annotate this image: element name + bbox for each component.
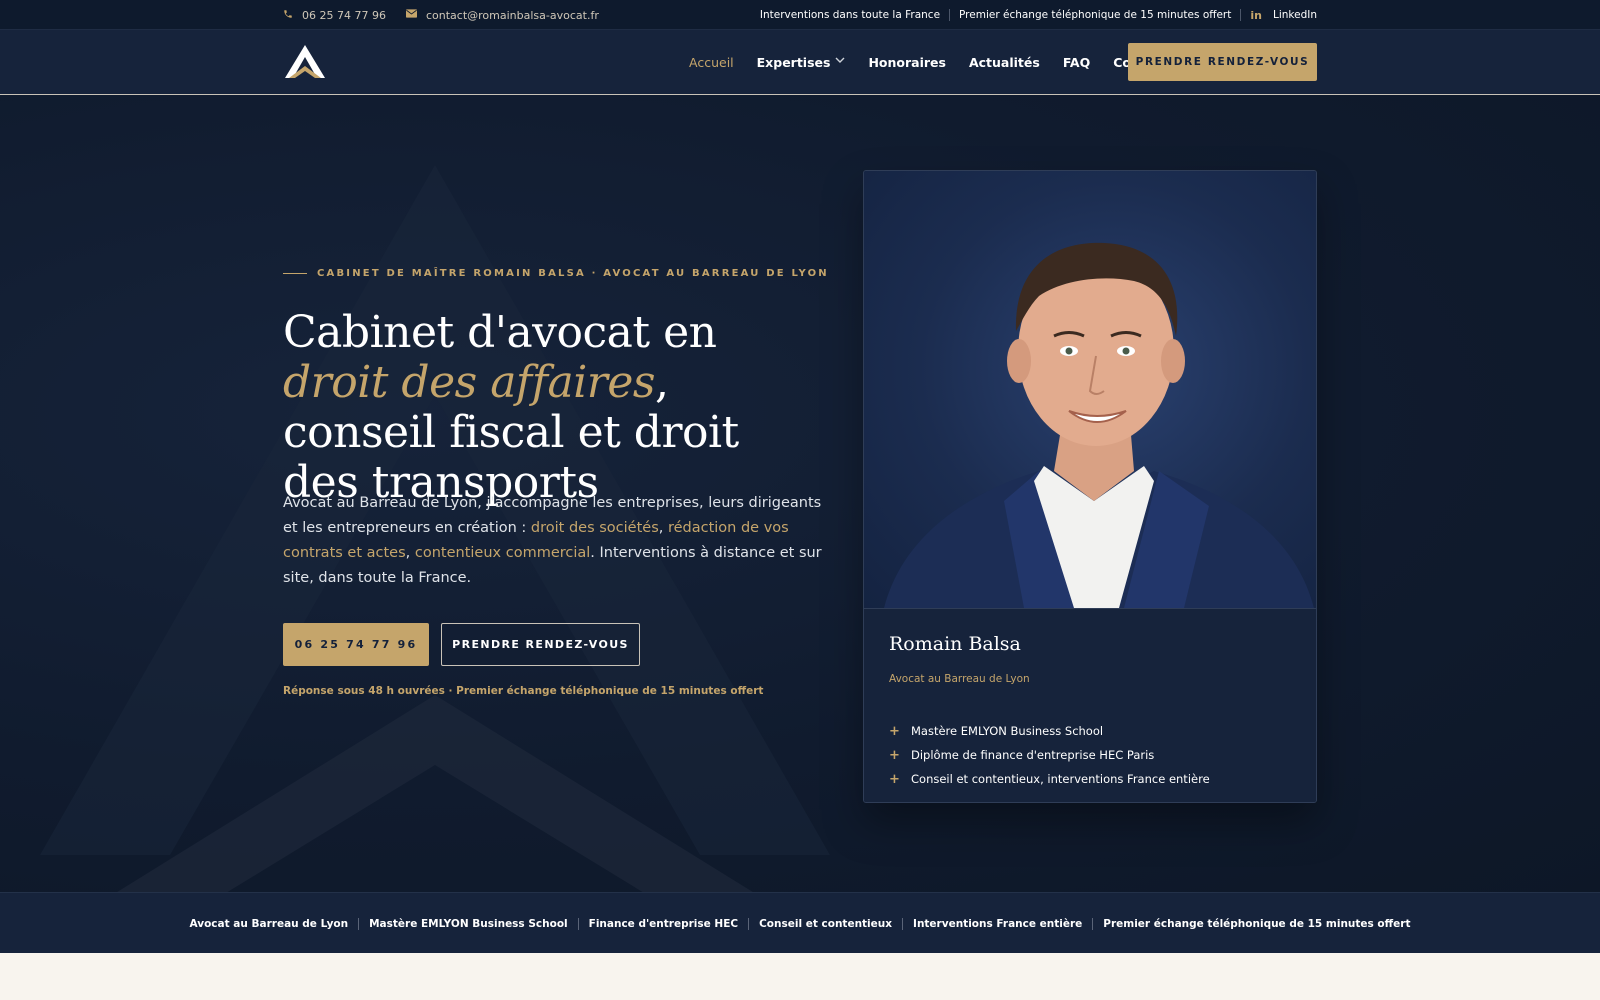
profile-role: Avocat au Barreau de Lyon: [889, 673, 1030, 685]
plus-icon: +: [889, 747, 900, 763]
credential-item: + Diplôme de finance d'entreprise HEC Par…: [889, 743, 1210, 767]
linkedin-icon[interactable]: in: [1250, 9, 1262, 22]
lawyer-portrait: [864, 171, 1316, 608]
eyebrow-line: [283, 273, 307, 274]
hero-appointment-button[interactable]: PRENDRE RENDEZ-VOUS: [441, 623, 640, 666]
chevron-down-icon: [835, 57, 845, 67]
hero-section: CABINET DE MAÎTRE ROMAIN BALSA · AVOCAT …: [0, 95, 1600, 892]
plus-icon: +: [889, 771, 900, 787]
credential-text: Conseil et contentieux, interventions Fr…: [911, 772, 1210, 786]
envelope-icon: [405, 9, 417, 21]
topbar-email-link[interactable]: contact@romainbalsa-avocat.fr: [405, 8, 599, 22]
nav-link-expertises-label: Expertises: [756, 54, 831, 70]
topbar-phone-link[interactable]: 06 25 74 77 96: [283, 9, 386, 22]
divider: [577, 917, 579, 930]
topbar-coverage-text: Interventions dans toute la France: [759, 9, 941, 21]
headline-part1: Cabinet d'avocat en: [283, 307, 717, 358]
nav-link-accueil[interactable]: Accueil: [689, 55, 734, 70]
plus-icon: +: [889, 723, 900, 739]
site-logo[interactable]: [284, 44, 326, 80]
divider: [358, 917, 360, 930]
nav-link-actualites[interactable]: Actualités: [969, 55, 1040, 70]
divider: [1092, 917, 1094, 930]
hero-intro: Avocat au Barreau de Lyon, j'accompagne …: [283, 491, 823, 591]
intro-link-contentieux[interactable]: contentieux commercial: [415, 545, 590, 561]
hero-eyebrow-text: CABINET DE MAÎTRE ROMAIN BALSA · AVOCAT …: [317, 268, 829, 279]
credentials-bar: Avocat au Barreau de Lyon Mastère EMLYON…: [0, 892, 1600, 953]
intro-sep1: ,: [658, 520, 668, 536]
topbar-linkedin-link[interactable]: LinkedIn: [1273, 9, 1317, 21]
top-bar: 06 25 74 77 96 contact@romainbalsa-avoca…: [0, 0, 1600, 30]
hero-headline: Cabinet d'avocat en droit des affaires, …: [283, 308, 823, 508]
profile-info: Romain Balsa Avocat au Barreau de Lyon +…: [864, 608, 1316, 802]
hero-eyebrow: CABINET DE MAÎTRE ROMAIN BALSA · AVOCAT …: [283, 268, 829, 279]
nav-appointment-button[interactable]: PRENDRE RENDEZ-VOUS: [1128, 43, 1317, 81]
phone-icon: [283, 9, 293, 22]
topbar-offer-text: Premier échange téléphonique de 15 minut…: [959, 9, 1232, 21]
profile-name: Romain Balsa: [889, 633, 1021, 655]
credential-text: Diplôme de finance d'entreprise HEC Pari…: [911, 748, 1155, 762]
credential-text: Mastère EMLYON Business School: [911, 724, 1104, 738]
credentials-bar-item: Finance d'entreprise HEC: [588, 917, 739, 930]
credentials-bar-item: Interventions France entière: [913, 917, 1083, 930]
divider: [902, 917, 904, 930]
divider: [949, 9, 951, 21]
credentials-bar-item: Premier échange téléphonique de 15 minut…: [1103, 917, 1411, 930]
credentials-bar-item: Mastère EMLYON Business School: [369, 917, 568, 930]
next-section-edge: [0, 953, 1600, 1000]
headline-highlight: droit des affaires: [283, 357, 655, 408]
main-navigation: Accueil Expertises Honoraires Actualités…: [0, 30, 1600, 95]
credential-item: + Conseil et contentieux, interventions F…: [889, 767, 1210, 791]
nav-link-honoraires[interactable]: Honoraires: [868, 55, 946, 70]
nav-link-expertises[interactable]: Expertises: [757, 55, 846, 70]
divider: [748, 917, 750, 930]
intro-link-droit-societes[interactable]: droit des sociétés: [531, 520, 659, 536]
topbar-phone-text: 06 25 74 77 96: [302, 8, 386, 22]
nav-link-faq[interactable]: FAQ: [1063, 55, 1090, 70]
topbar-email-text: contact@romainbalsa-avocat.fr: [425, 8, 599, 22]
nav-menu: Accueil Expertises Honoraires Actualités…: [689, 30, 1191, 94]
profile-credentials-list: + Mastère EMLYON Business School + Diplôme…: [889, 719, 1210, 791]
credential-item: + Mastère EMLYON Business School: [889, 719, 1210, 743]
profile-card: Romain Balsa Avocat au Barreau de Lyon +…: [863, 170, 1317, 803]
credentials-bar-item: Conseil et contentieux: [759, 917, 893, 930]
divider: [1240, 9, 1242, 21]
credentials-bar-item: Avocat au Barreau de Lyon: [189, 917, 349, 930]
hero-response-note: Réponse sous 48 h ouvrées · Premier écha…: [283, 685, 764, 697]
hero-phone-button[interactable]: 06 25 74 77 96: [283, 623, 429, 666]
intro-sep2: ,: [405, 545, 415, 561]
